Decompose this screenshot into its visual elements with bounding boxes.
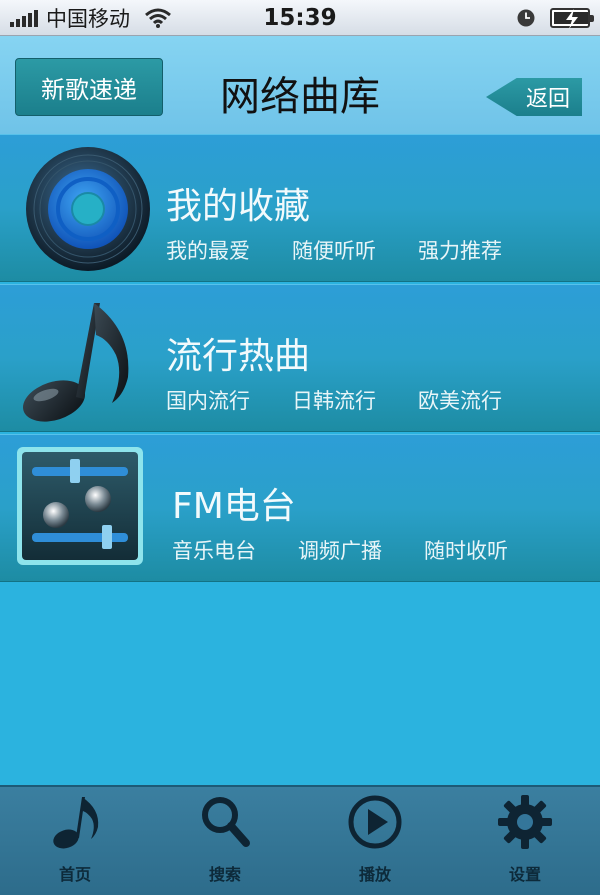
gear-icon xyxy=(498,795,552,849)
carrier-name: 中国移动 xyxy=(46,6,130,31)
library-menu: 我的收藏 我的最爱 随便听听 强力推荐 流行热曲 国内流行 日韩流行 欧美流行 xyxy=(0,134,600,584)
card-sublinks: 我的最爱 随便听听 强力推荐 xyxy=(166,235,502,265)
sublink-my-favorites[interactable]: 我的最爱 xyxy=(166,235,250,265)
nav-header: 新歌速递 网络曲库 返回 xyxy=(0,36,600,134)
card-title: 流行热曲 xyxy=(166,336,311,377)
card-title: FM电台 xyxy=(172,486,296,527)
menu-item-popular[interactable]: 流行热曲 国内流行 日韩流行 欧美流行 xyxy=(0,284,600,432)
play-icon xyxy=(348,795,402,849)
sublink-random-listen[interactable]: 随便听听 xyxy=(292,235,376,265)
tab-label: 设置 xyxy=(508,865,541,884)
sublink-domestic[interactable]: 国内流行 xyxy=(166,385,250,415)
card-sublinks: 音乐电台 调频广播 随时收听 xyxy=(172,535,508,565)
search-icon xyxy=(202,797,250,847)
tab-bar: 首页 搜索 播放 设置 xyxy=(0,785,600,895)
menu-item-fm-radio[interactable]: FM电台 音乐电台 调频广播 随时收听 xyxy=(0,434,600,582)
sublink-listen-anytime[interactable]: 随时收听 xyxy=(424,535,508,565)
sublink-western[interactable]: 欧美流行 xyxy=(418,385,502,415)
music-note-icon xyxy=(53,797,99,849)
music-note-icon xyxy=(23,303,129,422)
signal-strength-icon xyxy=(10,9,38,27)
menu-item-favorites[interactable]: 我的收藏 我的最爱 随便听听 强力推荐 xyxy=(0,134,600,282)
card-sublinks: 国内流行 日韩流行 欧美流行 xyxy=(166,385,502,415)
tab-label: 搜索 xyxy=(208,865,241,884)
card-title: 我的收藏 xyxy=(166,186,311,227)
tab-home[interactable]: 首页 xyxy=(0,787,150,895)
sublink-fm-broadcast[interactable]: 调频广播 xyxy=(298,535,382,565)
tab-play[interactable]: 播放 xyxy=(300,787,450,895)
sublink-music-radio[interactable]: 音乐电台 xyxy=(172,535,256,565)
clock-icon xyxy=(517,9,535,27)
wifi-icon xyxy=(145,8,171,28)
battery-icon xyxy=(550,8,594,29)
tab-settings[interactable]: 设置 xyxy=(450,787,600,895)
vinyl-disc-icon xyxy=(26,147,150,271)
sublink-japan-korea[interactable]: 日韩流行 xyxy=(292,385,376,415)
tab-search[interactable]: 搜索 xyxy=(150,787,300,895)
status-bar: 中国移动 15:39 xyxy=(0,0,600,36)
tab-label: 播放 xyxy=(358,865,391,884)
page-title: 网络曲库 xyxy=(220,74,380,120)
tab-label: 首页 xyxy=(58,865,91,884)
back-button[interactable]: 返回 xyxy=(486,78,582,116)
radio-equalizer-icon xyxy=(17,447,143,565)
sublink-recommended[interactable]: 强力推荐 xyxy=(418,235,502,265)
new-songs-button[interactable]: 新歌速递 xyxy=(15,58,163,116)
